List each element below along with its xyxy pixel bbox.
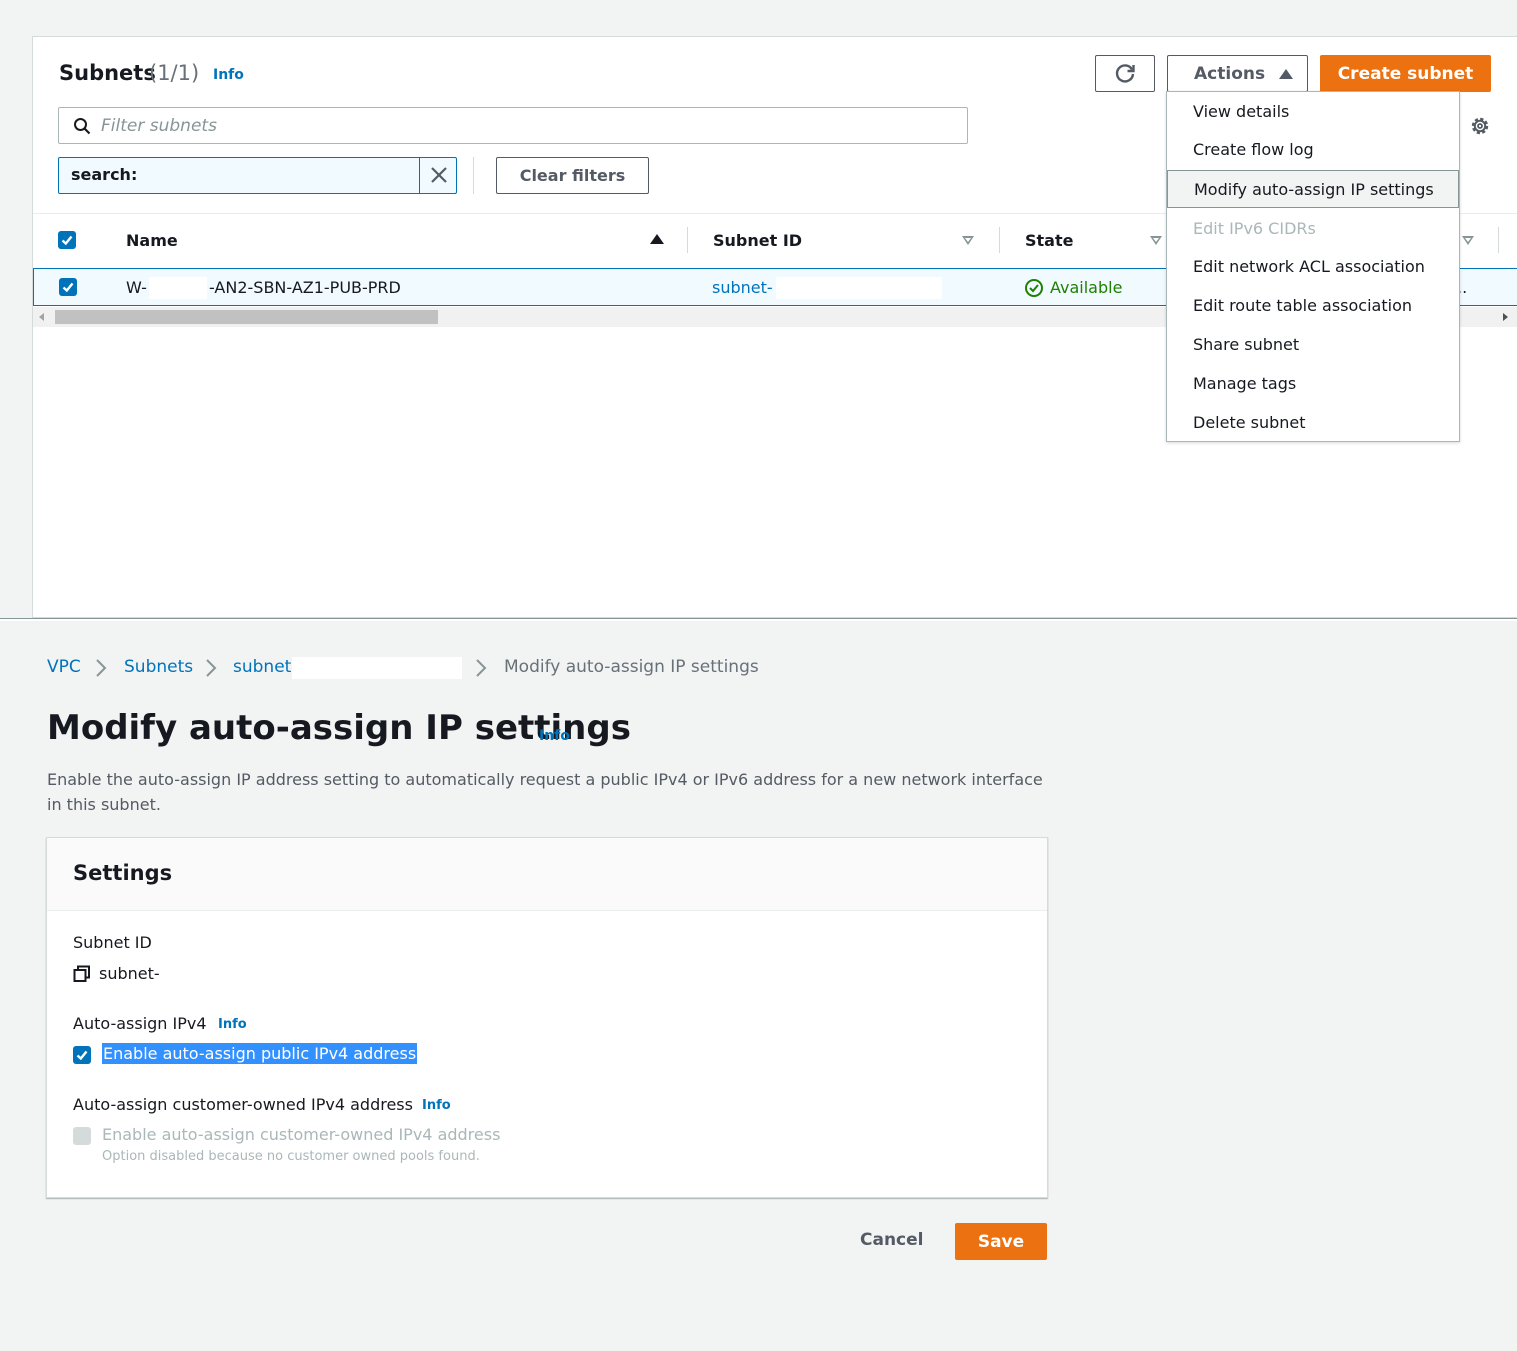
token-divider [419, 158, 420, 193]
save-button[interactable]: Save [955, 1223, 1047, 1260]
enable-coip-label: Enable auto-assign customer-owned IPv4 a… [102, 1125, 501, 1144]
copy-icon[interactable] [73, 965, 91, 983]
filter-subnets-input[interactable] [101, 114, 941, 138]
chevron-right-icon [206, 659, 217, 677]
redacted-block [776, 277, 942, 299]
page-info-link[interactable]: Info [539, 728, 570, 744]
status-ok-icon [1025, 279, 1043, 297]
column-header-name[interactable]: Name [126, 231, 178, 250]
row-name-suffix: -AN2-SBN-AZ1-PUB-PRD [209, 278, 401, 297]
menu-item-manage-tags[interactable]: Manage tags [1167, 364, 1459, 402]
column-header-state[interactable]: State [1025, 231, 1073, 250]
breadcrumb-subnets[interactable]: Subnets [124, 657, 193, 677]
filter-divider [473, 157, 474, 194]
settings-title: Settings [73, 861, 173, 885]
row-checkbox[interactable] [59, 278, 77, 296]
row-state: Available [1050, 278, 1123, 297]
coip-help-text: Option disabled because no customer owne… [102, 1149, 480, 1164]
column-divider [999, 227, 1000, 253]
refresh-button[interactable] [1095, 55, 1155, 92]
menu-item-edit-network-acl[interactable]: Edit network ACL association [1167, 247, 1459, 285]
row-name-prefix: W- [126, 278, 147, 297]
caret-up-icon [1279, 68, 1294, 79]
filter-token: search: [58, 157, 457, 194]
row-subnet-id-link[interactable]: subnet- [712, 278, 773, 297]
column-header-subnet-id[interactable]: Subnet ID [713, 231, 802, 250]
check-icon [62, 282, 74, 293]
auto-assign-coip-label: Auto-assign customer-owned IPv4 address [73, 1095, 413, 1114]
search-icon [74, 118, 91, 135]
subnet-id-label: Subnet ID [73, 933, 152, 952]
menu-item-delete-subnet[interactable]: Delete subnet [1167, 403, 1459, 441]
sort-icon[interactable] [1462, 236, 1474, 245]
enable-coip-checkbox [73, 1127, 91, 1145]
menu-item-share-subnet[interactable]: Share subnet [1167, 325, 1459, 363]
settings-card: Settings Subnet ID subnet- Auto-assign I… [46, 837, 1048, 1198]
filter-token-label: search: [71, 165, 138, 184]
close-icon[interactable] [429, 165, 449, 185]
actions-menu: View details Create flow log Modify auto… [1166, 91, 1460, 442]
scroll-left-icon[interactable] [39, 313, 44, 321]
actions-button[interactable]: Actions [1167, 55, 1308, 92]
subnet-id-value: subnet- [99, 964, 160, 983]
create-subnet-button[interactable]: Create subnet [1320, 55, 1491, 92]
chevron-right-icon [476, 659, 487, 677]
page-description: Enable the auto-assign IP address settin… [47, 770, 1043, 814]
menu-item-create-flow-log[interactable]: Create flow log [1167, 130, 1459, 168]
clear-filters-button[interactable]: Clear filters [496, 157, 649, 194]
check-icon [76, 1050, 88, 1061]
settings-header: Settings [47, 838, 1047, 911]
menu-item-edit-route-table[interactable]: Edit route table association [1167, 286, 1459, 324]
actions-label: Actions [1194, 63, 1266, 84]
column-divider [687, 227, 688, 253]
subnets-info-link[interactable]: Info [213, 67, 244, 83]
auto-assign-ipv4-label: Auto-assign IPv4 [73, 1014, 207, 1033]
scroll-right-icon[interactable] [1503, 313, 1508, 321]
breadcrumb-current: Modify auto-assign IP settings [504, 657, 759, 677]
select-all-checkbox[interactable] [58, 231, 76, 249]
breadcrumb-vpc[interactable]: VPC [47, 657, 81, 677]
menu-item-view-details[interactable]: View details [1167, 92, 1459, 130]
breadcrumb-subnet-id[interactable]: subnet- [233, 657, 297, 677]
screenshot-divider [0, 618, 1517, 621]
gear-icon[interactable] [1469, 115, 1491, 137]
sort-icon[interactable] [1150, 236, 1162, 245]
menu-item-edit-ipv6-cidrs: Edit IPv6 CIDRs [1193, 218, 1316, 238]
enable-public-ipv4-checkbox[interactable] [73, 1046, 91, 1064]
column-divider [1498, 227, 1499, 253]
check-icon [61, 235, 73, 246]
subnets-count: (1/1) [149, 61, 200, 85]
ipv4-info-link[interactable]: Info [218, 1017, 247, 1032]
redacted-block [149, 277, 207, 299]
sort-icon[interactable] [962, 236, 974, 245]
refresh-icon [1115, 63, 1135, 83]
sort-ascending-icon[interactable] [650, 234, 664, 244]
subnets-title: Subnets [59, 61, 156, 85]
cancel-button[interactable]: Cancel [860, 1230, 923, 1250]
redacted-block [292, 657, 462, 679]
filter-subnets-field[interactable] [58, 107, 968, 144]
scrollbar-thumb[interactable] [55, 310, 438, 324]
enable-public-ipv4-label[interactable]: Enable auto-assign public IPv4 address [102, 1043, 418, 1064]
coip-info-link[interactable]: Info [422, 1098, 451, 1113]
menu-item-modify-auto-assign-ip[interactable]: Modify auto-assign IP settings [1167, 170, 1459, 208]
chevron-right-icon [96, 659, 107, 677]
